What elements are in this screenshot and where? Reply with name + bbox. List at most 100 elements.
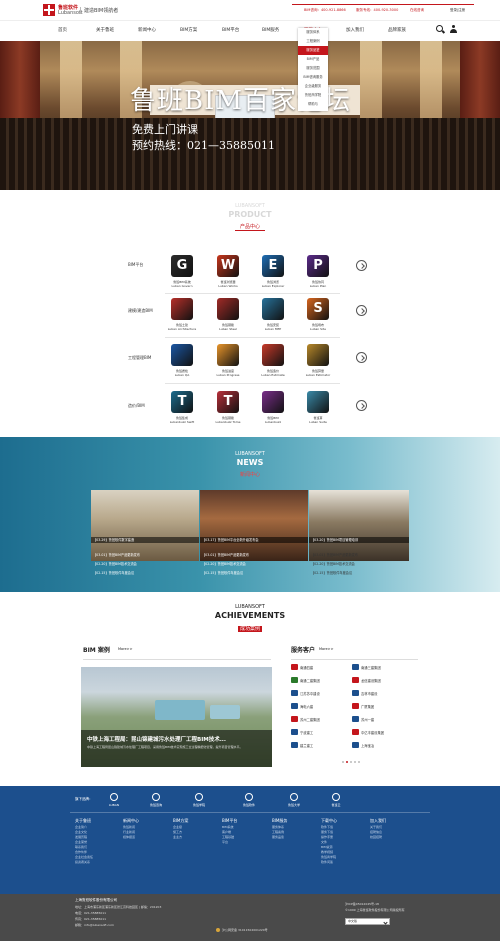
news-image[interactable] <box>309 490 409 561</box>
news-link[interactable]: 【02-15】鲁班软件年度会议 <box>93 571 134 576</box>
footer-link[interactable]: 服务品鉴 <box>272 835 284 840</box>
police-record[interactable]: 沪公网安备 31011502001220号 <box>222 928 268 932</box>
product-icon[interactable]: S <box>307 298 329 320</box>
client-name[interactable]: 上海宝冶 <box>361 743 374 748</box>
carousel-dot-active[interactable] <box>346 761 348 763</box>
next-arrow-button[interactable] <box>356 305 367 316</box>
footer-link[interactable]: 业主方 <box>173 835 182 840</box>
product-icon[interactable] <box>262 391 284 413</box>
footer-col-head[interactable]: BIM平台 <box>222 818 237 824</box>
news-caption[interactable]: 【03-20】鲁班BIM项目管理培训 <box>309 537 409 543</box>
icp-record[interactable]: 沪ICP备05012045号-18 <box>345 902 379 906</box>
footer-col-head[interactable]: 下载中心 <box>321 818 337 824</box>
client-name[interactable]: 江苏苏中建设 <box>300 691 320 696</box>
partner-link[interactable]: 鲁班学院 <box>184 803 214 807</box>
nav-about[interactable]: 关于鲁班 <box>96 27 114 33</box>
partner-link[interactable]: 鲁班大学 <box>279 803 309 807</box>
client-name[interactable]: 南通二建集团 <box>300 678 320 683</box>
product-icon[interactable]: W <box>217 255 239 277</box>
footer-col-head[interactable]: BIM服务 <box>272 818 287 824</box>
news-link[interactable]: 【02-20】鲁班BIM技术交流会 <box>202 562 246 567</box>
nav-join[interactable]: 加入我们 <box>346 27 364 33</box>
nav-home[interactable]: 首页 <box>58 27 67 33</box>
online-consult-link[interactable]: 在线咨询 <box>410 8 424 13</box>
product-icon[interactable]: T <box>171 391 193 413</box>
nav-bim-solution[interactable]: BIM方案 <box>180 27 197 33</box>
news-link[interactable]: 【02-15】鲁班软件年度会议 <box>311 571 352 576</box>
news-link[interactable]: 【03-01】鲁班BIM产品更新发布 <box>311 553 358 558</box>
product-icon[interactable]: E <box>262 255 284 277</box>
client-name[interactable]: 龙信建设集团 <box>361 678 381 683</box>
news-link[interactable]: 【02-20】鲁班BIM技术交流会 <box>311 562 355 567</box>
nav-bim-service[interactable]: BIM服务 <box>262 27 279 33</box>
login-register-link[interactable]: 登录|注册 <box>450 8 465 13</box>
dropdown-item[interactable]: BIM咨询服务 <box>298 73 328 82</box>
dropdown-item[interactable]: 企业级服务 <box>298 82 328 91</box>
news-link[interactable]: 【02-20】鲁班BIM技术交流会 <box>93 562 137 567</box>
dropdown-item[interactable]: 工程案例 <box>298 37 328 46</box>
product-icon[interactable]: G <box>171 255 193 277</box>
user-icon[interactable] <box>450 25 457 33</box>
logo-icon[interactable] <box>43 4 55 16</box>
carousel-dot[interactable] <box>350 761 352 763</box>
next-arrow-button[interactable] <box>356 260 367 271</box>
next-arrow-button[interactable] <box>356 400 367 411</box>
dropdown-item[interactable]: 服务范围 <box>298 64 328 73</box>
news-link[interactable]: 【03-01】鲁班BIM产品更新发布 <box>93 553 140 558</box>
client-name[interactable]: 建兰建工 <box>300 743 313 748</box>
product-icon[interactable] <box>217 344 239 366</box>
news-image[interactable] <box>91 490 199 561</box>
nav-news[interactable]: 新闻中心 <box>138 27 156 33</box>
partner-link[interactable]: 鲁班软件 <box>234 803 264 807</box>
news-link[interactable]: 【02-15】鲁班软件年度会议 <box>202 571 243 576</box>
product-icon[interactable] <box>307 344 329 366</box>
product-icon[interactable]: T <box>217 391 239 413</box>
carousel-dot[interactable] <box>358 761 360 763</box>
client-name[interactable]: 吉林市建设 <box>361 691 377 696</box>
partner-link[interactable]: 鲁班云 <box>321 803 351 807</box>
product-icon[interactable] <box>217 298 239 320</box>
dropdown-item[interactable]: 服务体系 <box>298 28 328 37</box>
client-name[interactable]: 海电六建 <box>300 704 313 709</box>
search-icon[interactable] <box>436 25 443 32</box>
partner-link[interactable]: LUBAN <box>99 803 129 807</box>
nav-brands[interactable]: 品牌家族 <box>388 27 406 33</box>
next-arrow-button[interactable] <box>356 352 367 363</box>
product-icon[interactable] <box>171 298 193 320</box>
news-image[interactable] <box>200 490 308 561</box>
dropdown-item-active[interactable]: 服务品鉴 <box>298 46 328 55</box>
client-name[interactable]: 苏州二建集团 <box>300 717 320 722</box>
product-icon[interactable] <box>262 298 284 320</box>
footer-col-head[interactable]: 加入我们 <box>370 818 386 824</box>
client-name[interactable]: 广厦集团 <box>361 704 374 709</box>
footer-link[interactable]: 媒体报道 <box>123 835 135 840</box>
client-name[interactable]: 苏州一建 <box>361 717 374 722</box>
footer-col-head[interactable]: 新闻中心 <box>123 818 139 824</box>
client-name[interactable]: 南通四建 <box>300 665 313 670</box>
footer-col-head[interactable]: 关于鲁班 <box>75 818 91 824</box>
carousel-dot[interactable] <box>354 761 356 763</box>
service-more-link[interactable]: More>> <box>319 647 334 651</box>
footer-link[interactable]: 平台 <box>222 840 228 845</box>
footer-link[interactable]: 校园招聘 <box>370 835 382 840</box>
product-icon[interactable]: P <box>307 255 329 277</box>
language-select[interactable]: 中文版 <box>345 918 390 925</box>
dropdown-item[interactable]: 鲁班商学院 <box>298 91 328 100</box>
product-icon[interactable] <box>307 391 329 413</box>
dropdown-item[interactable]: 帮助与 <box>298 100 328 109</box>
case-title[interactable]: 中铁上海工程局：昆山锦建城污水处理厂工程BIM技术... <box>87 735 226 743</box>
product-icon[interactable] <box>171 344 193 366</box>
news-link[interactable]: 【03-01】鲁班BIM产品更新发布 <box>202 553 249 558</box>
dropdown-item[interactable]: BIM产品 <box>298 55 328 64</box>
footer-link[interactable]: 投资者关系 <box>75 860 90 865</box>
nav-bim-platform[interactable]: BIM平台 <box>222 27 239 33</box>
bim-more-link[interactable]: More>> <box>118 647 133 651</box>
client-name[interactable]: 中亿丰建设集团 <box>361 730 384 735</box>
news-caption[interactable]: 【03-29】鲁班软件数字建造 <box>91 537 199 543</box>
news-caption[interactable]: 【03-17】鲁班BIM平台全新升级发布会 <box>200 537 308 543</box>
footer-link[interactable]: 软件问答 <box>321 860 333 865</box>
hero-banner[interactable]: 鲁班BIM百家论坛 免费上门讲课 预约热线：021—35885011 <box>0 41 500 190</box>
partner-link[interactable]: 鲁班咨询 <box>141 803 171 807</box>
client-name[interactable]: 南通三建集团 <box>361 665 381 670</box>
footer-col-head[interactable]: BIM方案 <box>173 818 188 824</box>
